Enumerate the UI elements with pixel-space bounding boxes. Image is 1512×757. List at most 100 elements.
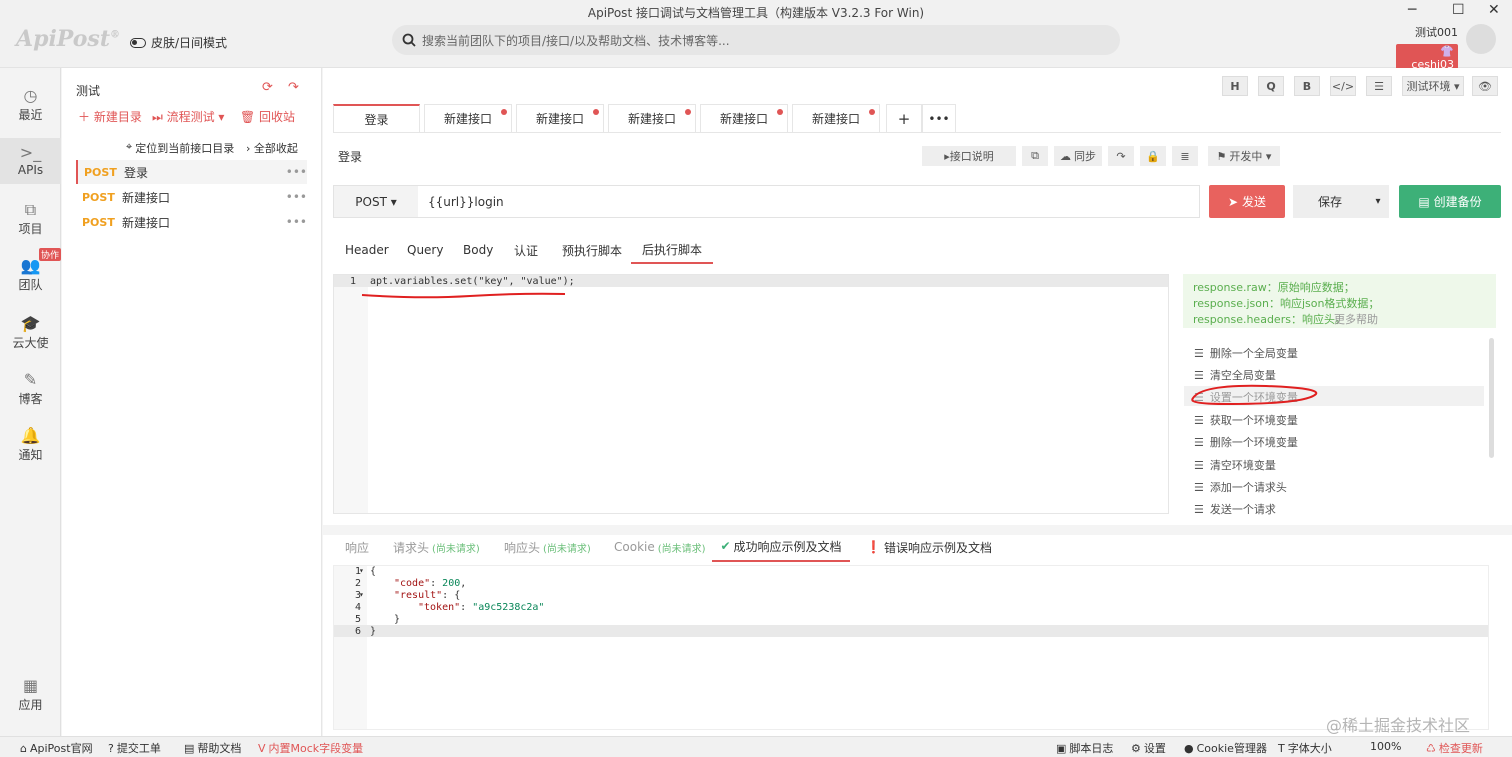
save-button[interactable]: 保存 bbox=[1293, 185, 1367, 218]
resp-tab-resp-headers[interactable]: 响应头 (尚未请求) bbox=[504, 532, 591, 562]
func-delete-env[interactable]: ☰ 删除一个环境变量 bbox=[1194, 434, 1298, 450]
subtab-post-script[interactable]: 后执行脚本 bbox=[631, 236, 713, 264]
share-icon[interactable]: ↷ bbox=[1108, 146, 1134, 166]
code-icon[interactable]: </> bbox=[1330, 76, 1356, 96]
more-help-link[interactable]: 更多帮助 bbox=[1334, 311, 1378, 327]
resp-tab-response[interactable]: 响应 bbox=[345, 532, 369, 562]
settings-sliders-icon[interactable]: ☰ bbox=[1366, 76, 1392, 96]
resp-tab-req-headers[interactable]: 请求头 (尚未请求) bbox=[393, 532, 480, 562]
create-backup-button[interactable]: ▤ 创建备份 bbox=[1399, 185, 1501, 218]
tab-new-api[interactable]: 新建接口 bbox=[608, 104, 696, 132]
settings-button[interactable]: ⚙ 设置 bbox=[1131, 740, 1166, 756]
maximize-button[interactable]: ☐ bbox=[1452, 2, 1465, 18]
tab-label: 请求头 bbox=[393, 540, 430, 555]
nav-ambassador[interactable]: 🎓 云大使 bbox=[0, 314, 61, 351]
official-site-link[interactable]: ⌂ ApiPost官网 bbox=[20, 740, 93, 756]
font-size-button[interactable]: T 字体大小 bbox=[1278, 740, 1332, 756]
func-send-request[interactable]: ☰ 发送一个请求 bbox=[1194, 501, 1276, 517]
tab-new-api[interactable]: 新建接口 bbox=[792, 104, 880, 132]
locate-button[interactable]: ⌖ 定位到当前接口目录 bbox=[126, 140, 234, 156]
func-get-env[interactable]: ☰ 获取一个环境变量 bbox=[1194, 412, 1298, 428]
mock-vars-link[interactable]: V 内置Mock字段变量 bbox=[258, 740, 363, 756]
user-info[interactable]: 测试001 👚ceshi03 bbox=[1396, 24, 1458, 72]
script-editor[interactable] bbox=[333, 274, 1169, 514]
add-tab-button[interactable]: + bbox=[886, 104, 922, 132]
subtab-body[interactable]: Body bbox=[463, 236, 493, 264]
func-clear-env[interactable]: ☰ 清空环境变量 bbox=[1194, 457, 1276, 473]
url-input[interactable]: {{url}}login bbox=[428, 195, 504, 209]
collapse-all-button[interactable]: › 全部收起 bbox=[246, 140, 298, 156]
gear-icon: ⚙ bbox=[1131, 741, 1141, 755]
zoom-level[interactable]: 100% bbox=[1370, 740, 1401, 753]
subtab-header[interactable]: Header bbox=[345, 236, 389, 264]
status-select[interactable]: ⚑ 开发中 ▾ bbox=[1208, 146, 1280, 166]
tab-new-api[interactable]: 新建接口 bbox=[700, 104, 788, 132]
skin-mode-toggle[interactable]: 皮肤/日间模式 bbox=[130, 34, 227, 51]
subtab-pre-script[interactable]: 预执行脚本 bbox=[562, 236, 622, 264]
subtab-query[interactable]: Query bbox=[407, 236, 443, 264]
flow-test-button[interactable]: ⏭ 流程测试 ▾ bbox=[152, 108, 224, 125]
tab-login[interactable]: 登录 bbox=[333, 104, 420, 132]
check-update-button[interactable]: ♺ 检查更新 bbox=[1426, 740, 1483, 756]
nav-label: 团队 bbox=[18, 278, 43, 292]
resp-tab-error[interactable]: ❗ 错误响应示例及文档 bbox=[866, 532, 992, 562]
nav-apps[interactable]: ▦ 应用 bbox=[0, 676, 61, 713]
script-log-button[interactable]: ▣ 脚本日志 bbox=[1056, 740, 1113, 756]
func-delete-global[interactable]: ☰ 删除一个全局变量 bbox=[1194, 345, 1298, 361]
minimize-button[interactable]: ─ bbox=[1408, 2, 1416, 18]
nav-blog[interactable]: ✎ 博客 bbox=[0, 370, 61, 407]
more-icon[interactable]: ••• bbox=[286, 215, 307, 229]
q-button[interactable]: Q bbox=[1258, 76, 1284, 96]
refresh-icon[interactable]: ⟳ bbox=[262, 80, 273, 95]
ticket-link[interactable]: ? 提交工单 bbox=[108, 740, 161, 756]
nav-apis[interactable]: >_ APIs bbox=[0, 138, 61, 184]
tree-item[interactable]: POST 新建接口 ••• bbox=[76, 185, 307, 209]
func-clear-global[interactable]: ☰ 清空全局变量 bbox=[1194, 367, 1276, 383]
nav-recent[interactable]: ◷ 最近 bbox=[0, 86, 61, 123]
tab-new-api[interactable]: 新建接口 bbox=[424, 104, 512, 132]
copy-icon[interactable]: ⧉ bbox=[1022, 146, 1048, 166]
global-search-input[interactable]: 搜索当前团队下的项目/接口/以及帮助文档、技术博客等... bbox=[392, 25, 1120, 55]
tree-item[interactable]: POST 新建接口 ••• bbox=[76, 210, 307, 234]
script-code[interactable]: apt.variables.set("key", "value"); bbox=[370, 276, 575, 287]
lock-icon[interactable]: 🔒 bbox=[1140, 146, 1166, 166]
sync-button[interactable]: ☁ 同步 bbox=[1054, 146, 1102, 166]
help-docs-link[interactable]: ▤ 帮助文档 bbox=[184, 740, 241, 756]
more-tabs-button[interactable]: ••• bbox=[922, 104, 956, 132]
h-button[interactable]: H bbox=[1222, 76, 1248, 96]
resp-tab-success[interactable]: ✔ 成功响应示例及文档 bbox=[712, 532, 850, 562]
env-select[interactable]: 测试环境 ▾ bbox=[1402, 76, 1464, 96]
method-select[interactable]: POST ▾ bbox=[334, 186, 418, 217]
func-add-header[interactable]: ☰ 添加一个请求头 bbox=[1194, 479, 1287, 495]
fold-icon[interactable]: ▾ bbox=[359, 590, 364, 599]
func-scrollbar[interactable] bbox=[1489, 338, 1494, 458]
avatar[interactable] bbox=[1466, 24, 1496, 54]
question-icon: ? bbox=[108, 741, 114, 755]
tree-item[interactable]: POST 登录 ••• bbox=[76, 160, 307, 184]
cookie-manager-button[interactable]: ● Cookie管理器 bbox=[1184, 740, 1267, 756]
more-icon[interactable]: ••• bbox=[286, 165, 307, 179]
nav-projects[interactable]: ⧉ 项目 bbox=[0, 200, 61, 237]
send-button[interactable]: ➤ 发送 bbox=[1209, 185, 1285, 218]
status-label: Cookie管理器 bbox=[1196, 742, 1267, 755]
func-label: 添加一个请求头 bbox=[1209, 481, 1287, 494]
new-dir-button[interactable]: ＋ 新建目录 bbox=[78, 108, 142, 125]
recycle-button[interactable]: 🗑 回收站 bbox=[240, 108, 295, 125]
share-icon[interactable]: ↷ bbox=[288, 80, 299, 95]
api-desc-button[interactable]: ▸接口说明 bbox=[922, 146, 1016, 166]
close-button[interactable]: ✕ bbox=[1488, 2, 1500, 18]
database-icon[interactable]: ≣ bbox=[1172, 146, 1198, 166]
nav-team[interactable]: 协作 👥 团队 bbox=[0, 248, 61, 293]
save-dropdown[interactable]: ▾ bbox=[1367, 185, 1389, 218]
b-button[interactable]: B bbox=[1294, 76, 1320, 96]
fold-icon[interactable]: ▾ bbox=[359, 566, 364, 575]
logo-mark: ® bbox=[109, 29, 120, 41]
eye-icon[interactable]: 👁 bbox=[1472, 76, 1498, 96]
response-example-editor[interactable] bbox=[333, 565, 1489, 730]
resp-tab-cookie[interactable]: Cookie (尚未请求) bbox=[614, 532, 706, 562]
nav-notify[interactable]: 🔔 通知 bbox=[0, 426, 61, 463]
subtab-auth[interactable]: 认证 bbox=[514, 236, 538, 264]
more-icon[interactable]: ••• bbox=[286, 190, 307, 204]
unsaved-dot bbox=[501, 109, 507, 115]
tab-new-api[interactable]: 新建接口 bbox=[516, 104, 604, 132]
